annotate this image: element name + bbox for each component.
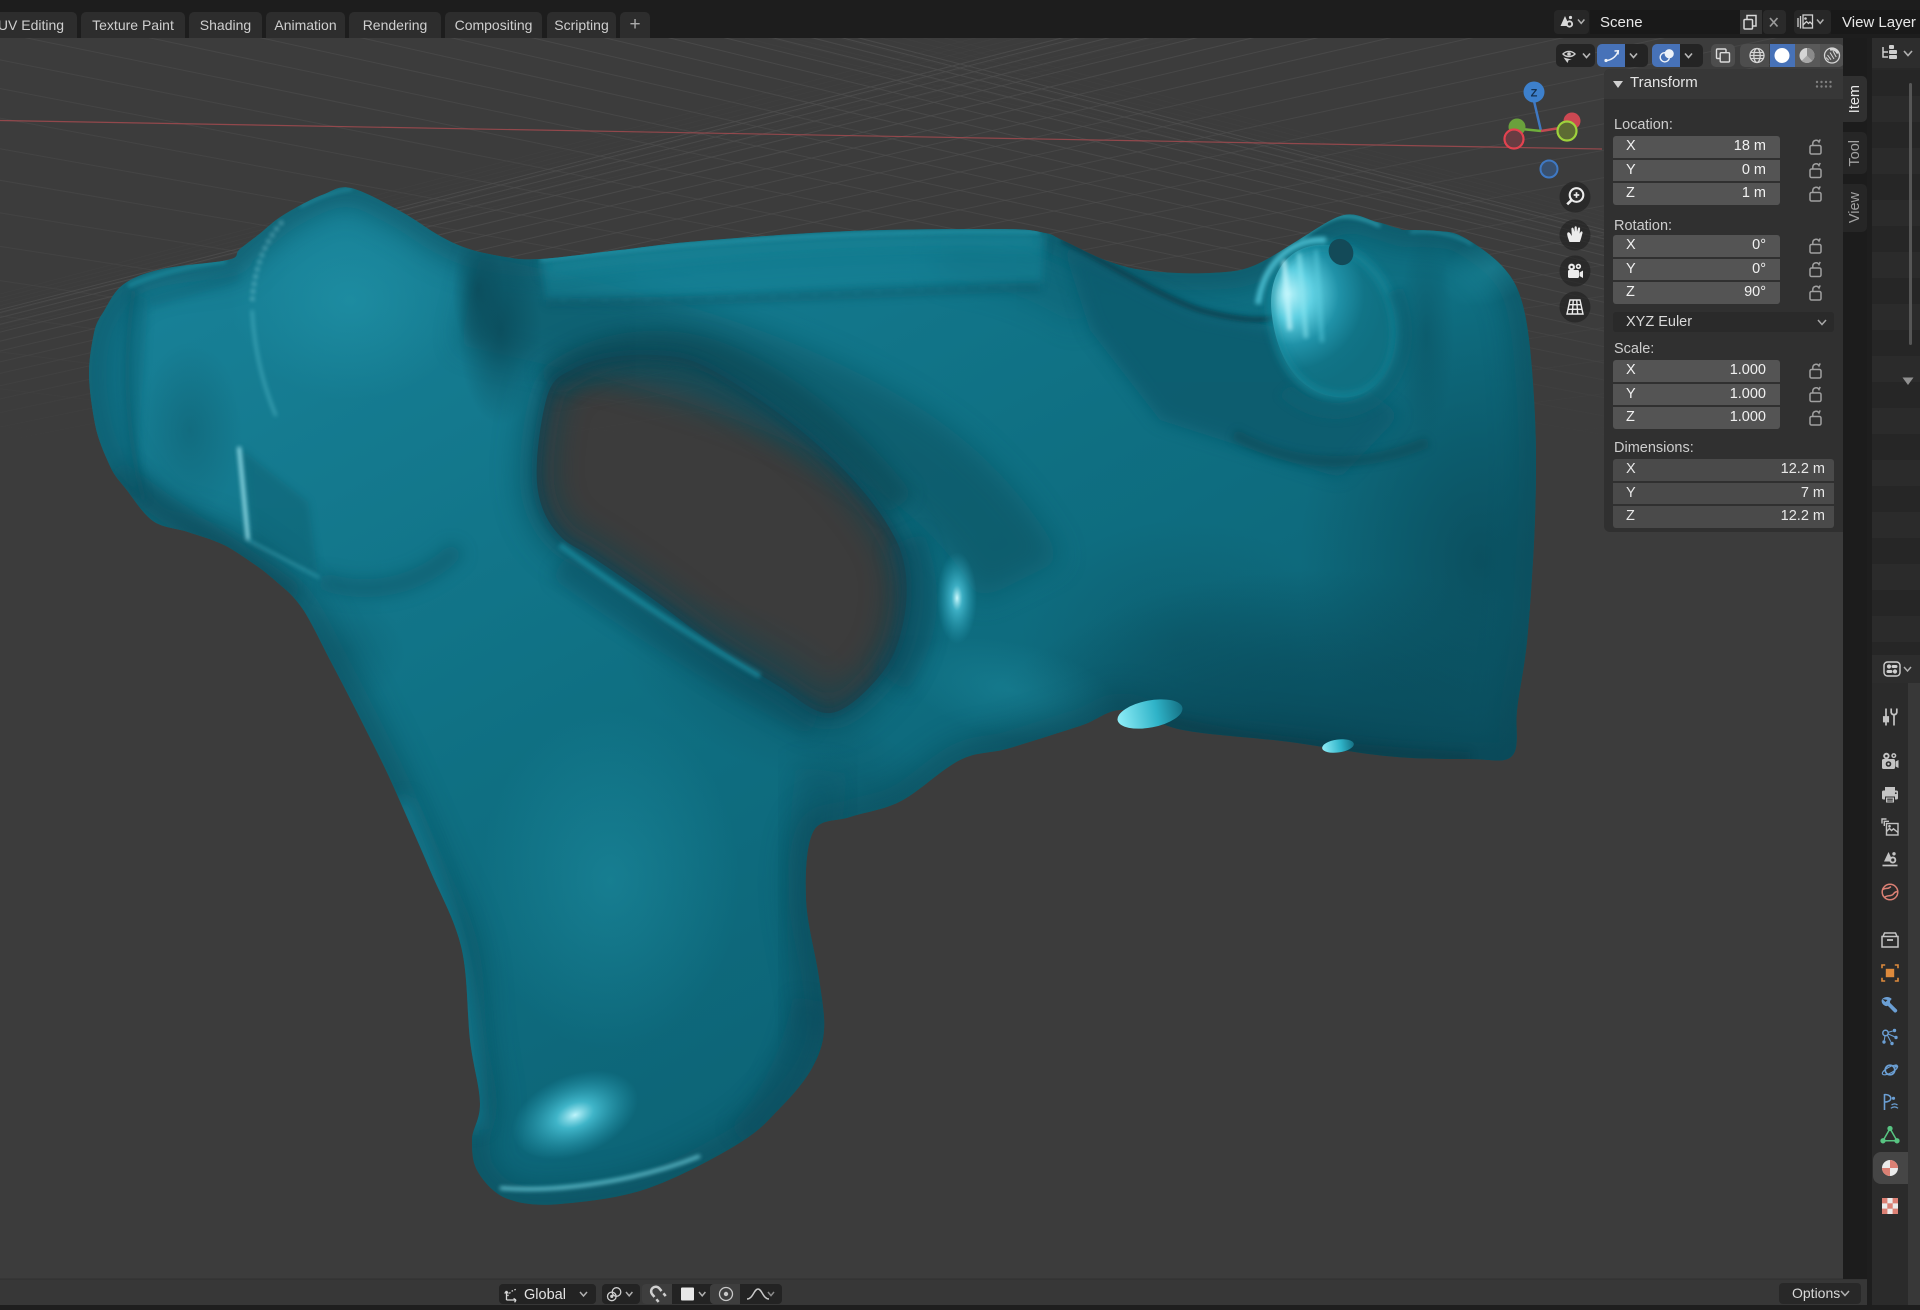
svg-text:Global: Global — [524, 1287, 566, 1303]
svg-text:Z: Z — [1531, 88, 1538, 100]
svg-text:View Layer: View Layer — [1842, 14, 1916, 31]
svg-text:Scene: Scene — [1600, 14, 1643, 31]
